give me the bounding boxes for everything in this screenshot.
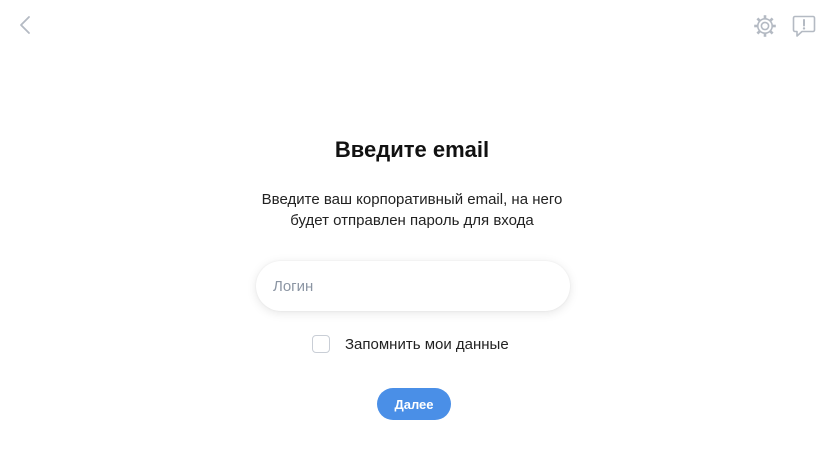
login-input[interactable] — [256, 261, 570, 311]
feedback-exclamation-icon — [792, 15, 816, 37]
feedback-button[interactable] — [791, 13, 817, 39]
back-button[interactable] — [14, 12, 36, 38]
remember-me-option[interactable]: Запомнить мои данные — [312, 333, 509, 355]
settings-button[interactable] — [752, 13, 778, 39]
subtitle-line-2: будет отправлен пароль для входа — [290, 212, 534, 229]
login-page: Введите email Введите ваш корпоративный … — [0, 0, 824, 451]
subtitle-line-1: Введите ваш корпоративный email, на него — [261, 191, 563, 208]
next-button[interactable]: Далее — [377, 388, 451, 420]
chevron-left-icon — [20, 16, 30, 34]
remember-me-checkbox[interactable] — [312, 335, 330, 353]
page-subtitle: Введите ваш корпоративный email, на него… — [0, 189, 824, 231]
page-title: Введите email — [334, 137, 490, 162]
remember-me-label: Запомнить мои данные — [345, 335, 509, 353]
gear-icon — [754, 15, 776, 37]
